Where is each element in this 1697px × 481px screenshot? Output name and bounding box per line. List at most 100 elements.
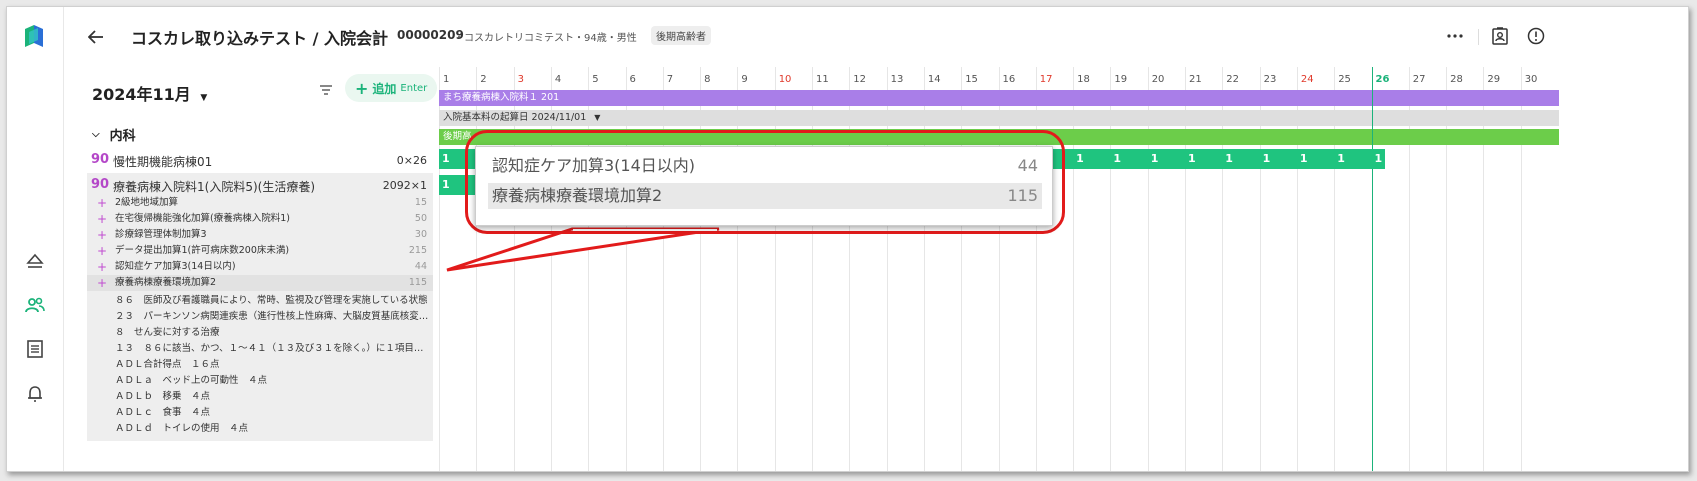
- note-item: ８ せん妄に対する治療: [115, 327, 220, 338]
- sub-item-value: 215: [408, 245, 427, 256]
- day-column[interactable]: 29: [1483, 67, 1520, 471]
- day-column[interactable]: 1: [439, 67, 476, 471]
- sub-item-name: 療養病棟療養環境加算2: [115, 277, 217, 288]
- plus-icon: +: [97, 260, 108, 274]
- day-column[interactable]: 11: [812, 67, 849, 471]
- list-item[interactable]: 90 療養病棟入院料1(入院料5)(生活療養) 2092×1: [87, 173, 433, 195]
- day-column[interactable]: 6: [625, 67, 663, 471]
- daily-count-cell[interactable]: 1: [1263, 149, 1271, 169]
- daily-count-cell[interactable]: 1: [1113, 149, 1121, 169]
- sub-item-value: 115: [408, 277, 427, 288]
- day-column[interactable]: 18: [1073, 67, 1110, 471]
- patient-card-icon[interactable]: [1489, 25, 1511, 47]
- day-column[interactable]: 23: [1259, 67, 1297, 471]
- note-item: ＡＤＬ合計得点 １６点: [115, 359, 220, 370]
- day-column[interactable]: 10: [774, 67, 812, 471]
- day-column[interactable]: 5: [588, 67, 625, 471]
- day-column[interactable]: 20: [1147, 67, 1185, 471]
- list-icon[interactable]: [24, 338, 46, 360]
- day-column[interactable]: 26: [1371, 67, 1409, 471]
- daily-count-cell[interactable]: 1: [1225, 149, 1233, 169]
- day-column[interactable]: 7: [662, 67, 700, 471]
- back-arrow-icon[interactable]: [87, 29, 104, 48]
- base-date-bar[interactable]: 入院基本料の起算日 2024/11/01 ▼: [439, 110, 1559, 126]
- sub-item-value: 50: [414, 213, 427, 224]
- day-label: 15: [965, 74, 978, 85]
- section-header[interactable]: ⌵ 内科: [92, 125, 136, 144]
- day-column[interactable]: 24: [1296, 67, 1334, 471]
- ward-bar[interactable]: まち療養病棟入院料１ 201: [439, 90, 1559, 106]
- alert-icon[interactable]: [1525, 25, 1547, 47]
- sub-item[interactable]: + 認知症ケア加算3(14日以内) 44: [87, 259, 433, 275]
- sub-item[interactable]: + 療養病棟療養環境加算2 115: [87, 275, 433, 291]
- list-item[interactable]: 90 慢性期機能病棟01 0×26: [87, 150, 433, 172]
- day-label: 19: [1114, 74, 1128, 85]
- bell-icon[interactable]: [24, 383, 46, 405]
- day-column[interactable]: 3: [513, 67, 551, 471]
- sub-item-value: 30: [414, 229, 427, 240]
- day-column[interactable]: 16: [998, 67, 1036, 471]
- sub-item[interactable]: + 在宅復帰機能強化加算(療養病棟入院料1) 50: [87, 211, 433, 227]
- day-column[interactable]: 17: [1035, 67, 1073, 471]
- add-button[interactable]: + 追加 Enter: [345, 74, 438, 102]
- day-column[interactable]: 15: [961, 67, 998, 471]
- day-column[interactable]: 21: [1185, 67, 1222, 471]
- sub-item[interactable]: + データ提出加算1(許可病床数200床未満) 215: [87, 243, 433, 259]
- note-item: １３ ８６に該当、かつ、１〜４１（１３及び３１を除く。）に１項目以上該当: [115, 343, 430, 354]
- day-label: 10: [778, 74, 792, 85]
- daily-count-cell[interactable]: 1: [442, 149, 450, 169]
- day-column[interactable]: 2: [476, 67, 513, 471]
- daily-count-cell[interactable]: 1: [1300, 149, 1308, 169]
- sub-item[interactable]: +2級地地域加算 15: [87, 195, 433, 211]
- sub-item-name: 認知症ケア加算3(14日以内): [115, 261, 236, 272]
- item-code: 90: [91, 177, 110, 192]
- add-shortcut-key: Enter: [400, 82, 428, 94]
- day-column[interactable]: 12: [849, 67, 886, 471]
- popup-row[interactable]: 療養病棟療養環境加算2 115: [488, 183, 1042, 209]
- day-column[interactable]: 28: [1446, 67, 1483, 471]
- day-label: 26: [1375, 74, 1390, 85]
- day-column[interactable]: 22: [1222, 67, 1259, 471]
- patient-info: ・コスカレトリコミテスト・94歳・男性: [454, 33, 637, 44]
- eject-icon[interactable]: [24, 250, 46, 272]
- sub-item-value: 44: [414, 261, 427, 272]
- day-label: 25: [1338, 74, 1351, 85]
- filter-icon[interactable]: [319, 81, 333, 100]
- day-label: 3: [517, 74, 524, 85]
- dropdown-icon[interactable]: ▼: [594, 113, 600, 122]
- item-count: 0×26: [396, 154, 427, 167]
- daily-count-cell[interactable]: 1: [1337, 149, 1345, 169]
- ward-bar-label: まち療養病棟入院料１ 201: [443, 92, 560, 103]
- day-column[interactable]: 13: [886, 67, 924, 471]
- day-column[interactable]: 4: [550, 67, 588, 471]
- patients-icon[interactable]: [24, 294, 46, 316]
- item-name: 慢性期機能病棟01: [113, 155, 213, 169]
- add-button-label: 追加: [372, 81, 397, 96]
- day-label: 22: [1226, 74, 1240, 85]
- daily-count-cell[interactable]: 1: [1375, 149, 1383, 169]
- day-column[interactable]: 19: [1110, 67, 1147, 471]
- more-icon[interactable]: [1444, 25, 1466, 47]
- popup-row[interactable]: 認知症ケア加算3(14日以内) 44: [488, 153, 1042, 179]
- month-label: 2024年11月: [92, 85, 191, 104]
- daily-count-cell[interactable]: 1: [1076, 149, 1084, 169]
- day-column[interactable]: 14: [923, 67, 961, 471]
- daily-count-cell[interactable]: 1: [1151, 149, 1159, 169]
- day-label: 14: [927, 74, 941, 85]
- page-title: コスカレ取り込みテスト / 入院会計: [131, 29, 388, 48]
- day-column[interactable]: 27: [1408, 67, 1446, 471]
- day-column[interactable]: 30: [1520, 67, 1558, 471]
- day-label: 17: [1039, 74, 1053, 85]
- note-item: ８６ 医師及び看護職員により、常時、監視及び管理を実施している状態: [115, 295, 428, 306]
- plus-icon: +: [97, 276, 108, 290]
- plus-icon: +: [355, 78, 369, 98]
- month-selector[interactable]: 2024年11月 ▼: [92, 81, 207, 105]
- day-label: 12: [853, 74, 867, 85]
- sub-item[interactable]: + 診療録管理体制加算3 30: [87, 227, 433, 243]
- day-column[interactable]: 9: [737, 67, 774, 471]
- daily-count-cell[interactable]: 1: [1188, 149, 1196, 169]
- day-column[interactable]: 8: [700, 67, 737, 471]
- day-column[interactable]: 25: [1334, 67, 1371, 471]
- item-count: 2092×1: [382, 179, 427, 192]
- day-label: 4: [554, 74, 562, 85]
